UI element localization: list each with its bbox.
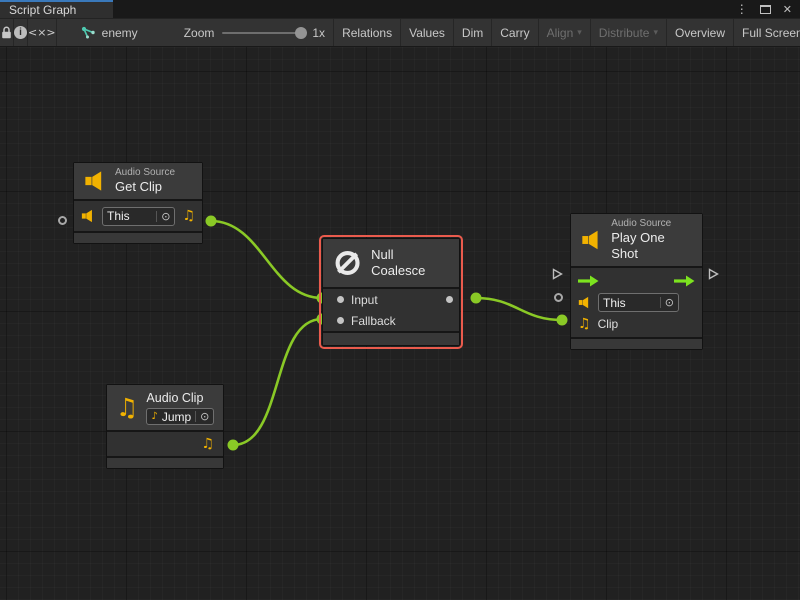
info-button[interactable]: i <box>14 19 28 46</box>
audio-source-icon <box>84 170 106 192</box>
zoom-slider[interactable] <box>222 32 304 34</box>
values-button[interactable]: Values <box>400 19 453 46</box>
script-graph-icon <box>81 26 96 39</box>
small-note-icon: ♪ <box>151 412 157 422</box>
object-picker-icon[interactable]: ⊙ <box>660 297 674 308</box>
tab-title: Script Graph <box>9 3 76 17</box>
node-get-clip[interactable]: Audio Source Get Clip This ⊙ ♫ <box>73 162 203 244</box>
lock-button[interactable] <box>0 19 14 46</box>
node-title: Null Coalesce <box>371 247 449 279</box>
graph-name-label: enemy <box>102 26 138 40</box>
result-port[interactable] <box>446 296 453 303</box>
fullscreen-label: Full Screen <box>742 26 800 40</box>
fallback-port-label: Fallback <box>351 314 396 328</box>
wire-audioclip-to-fallback[interactable] <box>233 319 322 445</box>
flow-out-port[interactable] <box>707 268 719 280</box>
this-value: This <box>107 209 152 223</box>
audio-source-icon <box>581 229 602 251</box>
audio-clip-port-icon: ♫ <box>578 317 591 331</box>
audio-clip-icon: ♫ <box>116 395 138 420</box>
dim-button[interactable]: Dim <box>453 19 491 46</box>
node-play-one-shot[interactable]: Audio Source Play One Shot <box>570 213 703 350</box>
input-port-label: Input <box>351 293 378 307</box>
carry-button[interactable]: Carry <box>491 19 537 46</box>
node-title: Play One Shot <box>611 230 692 262</box>
zoom-control: Zoom 1x <box>176 19 333 46</box>
audio-source-port-icon <box>81 209 95 223</box>
distribute-label: Distribute <box>599 26 650 40</box>
port-dot-audioclip-out[interactable] <box>228 440 239 451</box>
fullscreen-button[interactable]: Full Screen <box>733 19 800 46</box>
audio-clip-port-icon[interactable]: ♫ <box>201 437 214 451</box>
this-object-field[interactable]: This ⊙ <box>102 207 175 226</box>
carry-label: Carry <box>500 26 529 40</box>
flow-in-arrow-icon[interactable] <box>578 275 599 287</box>
kebab-menu-icon[interactable]: ⋮ <box>736 3 748 15</box>
node-header: ♫ Audio Clip ♪ Jump ⊙ <box>107 385 223 430</box>
node-footer <box>74 233 202 243</box>
audio-source-port-icon <box>578 296 591 309</box>
port-target-play-one-shot[interactable] <box>554 293 563 302</box>
chevron-down-icon: ▾ <box>577 28 582 38</box>
flow-out-arrow-icon[interactable] <box>674 275 695 287</box>
dim-label: Dim <box>462 26 483 40</box>
zoom-label: Zoom <box>184 26 215 40</box>
port-dot-playoneshot-clip[interactable] <box>557 315 568 326</box>
inspect-code-button[interactable]: <×> <box>28 19 57 46</box>
this-object-field[interactable]: This ⊙ <box>598 293 679 312</box>
node-footer <box>571 339 702 349</box>
relations-label: Relations <box>342 26 392 40</box>
titlebar: Script Graph ⋮ ✕ <box>0 0 800 18</box>
align-label: Align <box>547 26 574 40</box>
relations-button[interactable]: Relations <box>333 19 400 46</box>
node-null-coalesce[interactable]: Null Coalesce Input Fallback <box>322 238 460 346</box>
port-dot-getclip-out[interactable] <box>206 216 217 227</box>
node-header: Audio Source Play One Shot <box>571 214 702 266</box>
node-subtitle: Audio Source <box>611 218 692 230</box>
graph-breadcrumb[interactable]: enemy <box>71 19 148 46</box>
chevron-down-icon: ▾ <box>653 28 658 38</box>
graph-canvas[interactable]: Audio Source Get Clip This ⊙ ♫ <box>0 47 800 600</box>
node-audio-clip[interactable]: ♫ Audio Clip ♪ Jump ⊙ ♫ <box>106 384 224 469</box>
node-title: Audio Clip <box>146 390 214 406</box>
node-footer <box>107 458 223 468</box>
distribute-button[interactable]: Distribute ▾ <box>590 19 666 46</box>
values-label: Values <box>409 26 445 40</box>
port-target-get-clip[interactable] <box>58 216 67 225</box>
fallback-port[interactable] <box>337 317 344 324</box>
maximize-icon[interactable] <box>760 5 771 14</box>
audio-clip-port-icon[interactable]: ♫ <box>182 209 195 223</box>
wire-result-to-clip[interactable] <box>476 298 562 320</box>
object-picker-icon[interactable]: ⊙ <box>195 411 209 422</box>
zoom-value: 1x <box>312 26 325 40</box>
object-picker-icon[interactable]: ⊙ <box>156 211 170 222</box>
null-coalesce-icon <box>333 248 362 278</box>
overview-button[interactable]: Overview <box>666 19 733 46</box>
node-header: Audio Source Get Clip <box>74 163 202 199</box>
node-header: Null Coalesce <box>323 239 459 287</box>
clip-port-label: Clip <box>598 317 619 331</box>
wire-getclip-to-input[interactable] <box>211 221 322 298</box>
flow-in-port[interactable] <box>551 268 563 280</box>
tab-script-graph[interactable]: Script Graph <box>0 0 113 18</box>
port-dot-null-result[interactable] <box>471 293 482 304</box>
align-button[interactable]: Align ▾ <box>538 19 590 46</box>
node-subtitle: Audio Source <box>115 167 175 179</box>
graph-toolbar: i <×> enemy Zoom 1x Relations Values Dim… <box>0 18 800 47</box>
audio-clip-object-field[interactable]: ♪ Jump ⊙ <box>146 408 214 425</box>
close-icon[interactable]: ✕ <box>783 4 792 15</box>
input-port[interactable] <box>337 296 344 303</box>
node-footer <box>323 333 459 345</box>
info-icon: i <box>14 26 27 39</box>
overview-label: Overview <box>675 26 725 40</box>
zoom-slider-handle[interactable] <box>295 27 307 39</box>
this-value: This <box>603 296 656 310</box>
window-controls: ⋮ ✕ <box>736 0 800 18</box>
node-title: Get Clip <box>115 179 175 195</box>
clip-value: Jump <box>162 410 191 424</box>
lock-icon <box>0 26 13 39</box>
